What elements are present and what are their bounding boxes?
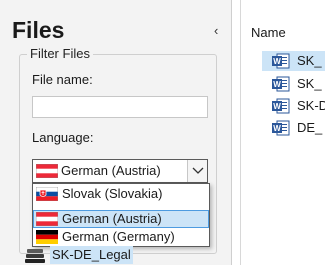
svg-text:W: W <box>273 80 281 89</box>
panel-title: Files <box>12 17 65 43</box>
language-option-german-austria[interactable]: German (Austria) <box>33 210 209 228</box>
language-label: Language: <box>32 130 94 145</box>
file-name: SK-D <box>297 98 325 113</box>
word-document-icon: W <box>272 76 290 97</box>
termbase-icon <box>24 248 46 265</box>
file-name: DE_ <box>297 120 323 135</box>
file-name: SK_ <box>297 53 322 68</box>
svg-text:W: W <box>273 57 281 66</box>
file-row[interactable]: W DE_ <box>262 118 325 138</box>
language-option-german-germany[interactable]: German (Germany) <box>34 229 208 245</box>
language-option-label: Slovak (Slovakia) <box>62 186 163 201</box>
language-option-label: German (Austria) <box>62 211 162 226</box>
word-document-icon: W <box>272 53 290 74</box>
name-column-header[interactable]: Name <box>251 25 286 41</box>
language-select[interactable]: German (Austria) <box>32 159 208 183</box>
chevron-down-icon[interactable] <box>187 160 207 182</box>
file-row[interactable]: W SK_ <box>262 51 325 71</box>
flag-slovakia-icon <box>36 187 58 201</box>
language-option-label: German (Germany) <box>62 229 175 244</box>
language-select-value: German (Austria) <box>61 163 161 178</box>
flag-germany-icon <box>36 230 58 244</box>
svg-text:W: W <box>273 102 281 111</box>
flag-austria-icon <box>36 164 58 178</box>
file-name-label: File name: <box>32 72 93 87</box>
language-dropdown-list: Slovak (Slovakia) German (Austria) Germa… <box>32 183 210 247</box>
termbase-item[interactable]: SK-DE_Legal <box>24 246 174 265</box>
filter-files-legend: Filter Files <box>27 46 93 62</box>
file-row[interactable]: W SK-D <box>262 96 325 116</box>
svg-text:W: W <box>273 124 281 133</box>
language-option-slovak[interactable]: Slovak (Slovakia) <box>34 186 208 202</box>
word-document-icon: W <box>272 120 290 141</box>
termbase-label: SK-DE_Legal <box>50 246 133 264</box>
file-name: SK_ <box>297 76 322 91</box>
file-row[interactable]: W SK_ <box>262 74 325 94</box>
file-name-input[interactable] <box>32 96 208 118</box>
word-document-icon: W <box>272 98 290 119</box>
collapse-chevron-icon[interactable]: ‹ <box>214 24 218 38</box>
flag-austria-icon <box>36 212 58 226</box>
